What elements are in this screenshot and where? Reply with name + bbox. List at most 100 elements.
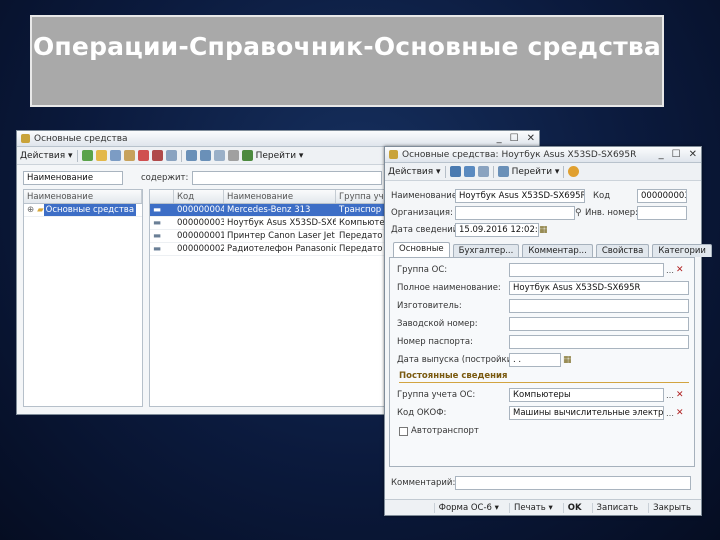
group-tree: Наименование ⊕ ▰ Основные средства — [23, 189, 143, 407]
goto-menu[interactable]: Перейти ▾ — [256, 151, 304, 161]
minimize-icon[interactable]: _ — [497, 133, 502, 144]
cell-name: Mercedes-Benz 313 — [227, 205, 311, 215]
date-field[interactable]: 15.09.2016 12:02:00 — [455, 223, 539, 237]
inv-label: Инв. номер: — [585, 208, 638, 218]
clear-icon[interactable]: ✕ — [676, 408, 684, 418]
auto-checkbox[interactable] — [399, 426, 408, 436]
select-button[interactable]: … — [664, 391, 676, 400]
clear-icon[interactable]: ✕ — [676, 265, 684, 275]
section-divider — [399, 382, 689, 383]
auto-label: Автотранспорт — [411, 426, 479, 436]
mark-delete-icon[interactable] — [151, 150, 163, 161]
maximize-icon[interactable]: ☐ — [510, 133, 519, 144]
minimize-icon[interactable]: _ — [659, 149, 664, 160]
copy-icon[interactable] — [109, 150, 121, 161]
add-folder-icon[interactable] — [95, 150, 107, 161]
full-name-label: Полное наименование: — [397, 283, 501, 293]
org-field[interactable] — [455, 206, 575, 220]
col-name[interactable]: Наименование — [224, 190, 336, 203]
close-icon[interactable]: ✕ — [689, 149, 697, 160]
release-field[interactable]: . . — [509, 353, 561, 367]
slide-title: Операции-Справочник-Основные средства — [30, 15, 664, 107]
passport-label: Номер паспорта: — [397, 337, 473, 347]
save-close-icon[interactable] — [463, 166, 475, 177]
clear-icon[interactable]: ✕ — [676, 390, 684, 400]
tab-properties[interactable]: Свойства — [595, 244, 650, 257]
group-acc-field[interactable]: Компьютеры — [509, 388, 664, 402]
search-icon[interactable]: ⚲ — [575, 208, 585, 218]
select-button[interactable]: … — [664, 266, 676, 275]
full-name-field[interactable]: Ноутбук Asus X53SD-SX695R — [509, 281, 689, 295]
filter-field-select[interactable]: Наименование — [23, 171, 123, 185]
app-icon — [389, 150, 398, 159]
filter-list-icon[interactable] — [199, 150, 211, 161]
reread-icon[interactable] — [477, 166, 489, 177]
clear-filter-icon[interactable] — [227, 150, 239, 161]
comment-label: Комментарий: — [391, 478, 456, 488]
goto-icon[interactable] — [497, 166, 509, 177]
edit-icon[interactable] — [123, 150, 135, 161]
filter-search-input[interactable] — [192, 171, 383, 185]
maximize-icon[interactable]: ☐ — [672, 149, 681, 160]
item-toolbar: Действия ▾ Перейти ▾ — [385, 163, 701, 181]
tab-accounting[interactable]: Бухгалтер... — [452, 244, 520, 257]
app-icon — [21, 134, 30, 143]
cell-name: Ноутбук Asus X53SD-SX695R — [227, 218, 336, 228]
tab-main[interactable]: Основные — [393, 242, 450, 257]
tab-comment[interactable]: Комментар... — [522, 244, 593, 257]
group-os-field[interactable] — [509, 263, 664, 277]
close-button[interactable]: Закрыть — [648, 502, 695, 513]
item-window-titlebar: Основные средства: Ноутбук Asus X53SD-SX… — [385, 147, 701, 163]
actions-menu[interactable]: Действия ▾ — [388, 167, 441, 177]
name-field[interactable]: Ноутбук Asus X53SD-SX695R — [455, 189, 585, 203]
filter-icon[interactable] — [185, 150, 197, 161]
item-window: Основные средства: Ноутбук Asus X53SD-SX… — [384, 146, 712, 516]
release-label: Дата выпуска (постройки): — [397, 355, 519, 365]
calendar-icon[interactable]: ▦ — [561, 355, 572, 365]
print-button[interactable]: Печать ▾ — [508, 502, 557, 513]
calendar-icon[interactable]: ▦ — [539, 225, 548, 235]
sort-icon[interactable] — [213, 150, 225, 161]
cell-code: 000000002 — [177, 244, 224, 254]
cell-code: 000000004 — [177, 205, 224, 215]
code-label: Код — [593, 191, 611, 201]
name-label: Наименование: — [391, 191, 460, 201]
help-icon[interactable] — [568, 166, 580, 177]
save-button[interactable]: Записать — [591, 502, 643, 513]
item-icon: ▬ — [153, 205, 162, 215]
tree-item[interactable]: ⊕ ▰ Основные средства — [24, 204, 142, 217]
actions-menu[interactable]: Действия ▾ — [20, 151, 73, 161]
delete-icon[interactable] — [137, 150, 149, 161]
okof-field[interactable]: Машины вычислительные электронные — [509, 406, 664, 420]
maker-label: Изготовитель: — [397, 301, 462, 311]
goto-menu[interactable]: Перейти ▾ — [512, 167, 560, 177]
item-icon: ▬ — [153, 218, 162, 228]
cell-code: 000000003 — [177, 218, 224, 228]
serial-field[interactable] — [509, 317, 689, 331]
refresh-icon[interactable] — [241, 150, 253, 161]
list-window-title: Основные средства — [34, 133, 128, 144]
select-button[interactable]: … — [664, 409, 676, 418]
expand-icon[interactable]: ⊕ — [24, 204, 34, 216]
item-window-title: Основные средства: Ноутбук Asus X53SD-SX… — [402, 149, 637, 160]
tree-header: Наименование — [24, 190, 142, 203]
close-icon[interactable]: ✕ — [527, 133, 535, 144]
form-os6-button[interactable]: Форма ОС-6 ▾ — [433, 502, 503, 513]
code-field[interactable]: 000000003 — [637, 189, 687, 203]
passport-field[interactable] — [509, 335, 689, 349]
item-icon: ▬ — [153, 244, 162, 254]
org-label: Организация: — [391, 208, 453, 218]
save-icon[interactable] — [449, 166, 461, 177]
serial-label: Заводской номер: — [397, 319, 478, 329]
group-os-label: Группа ОС: — [397, 265, 448, 275]
maker-field[interactable] — [509, 299, 689, 313]
add-icon[interactable] — [81, 150, 93, 161]
col-code[interactable]: Код — [174, 190, 224, 203]
comment-field[interactable] — [455, 476, 691, 490]
okof-label: Код ОКОФ: — [397, 408, 447, 418]
hierarchy-icon[interactable] — [165, 150, 177, 161]
inv-field[interactable] — [637, 206, 687, 220]
ok-button[interactable]: OK — [562, 502, 586, 513]
tab-categories[interactable]: Категории — [652, 244, 712, 257]
section-title: Постоянные сведения — [399, 371, 508, 381]
